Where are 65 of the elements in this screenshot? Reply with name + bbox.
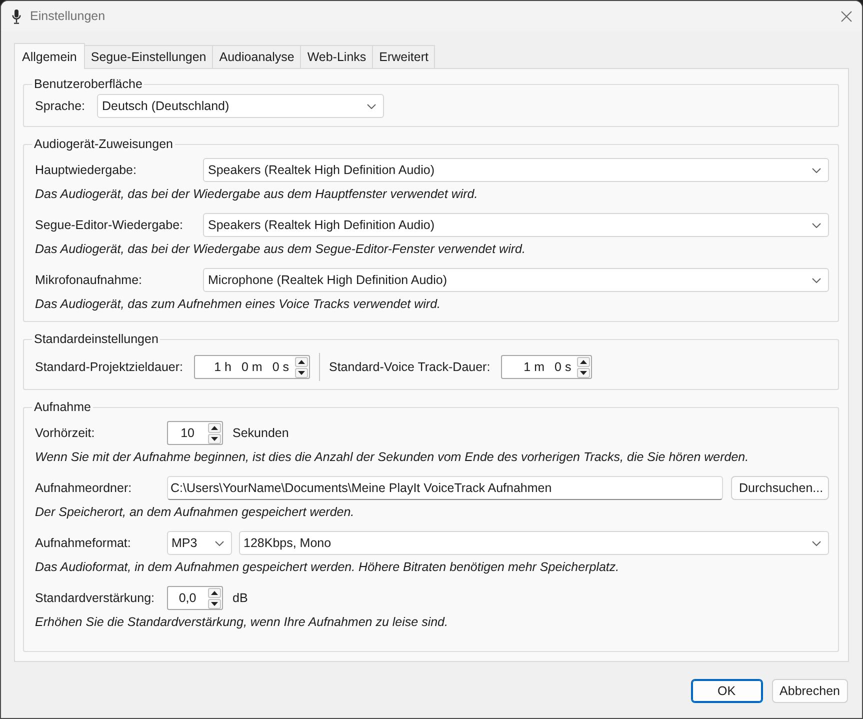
field-label: Aufnahmeformat: [35, 535, 132, 551]
up-triangle-icon [210, 590, 218, 594]
help-text: Das Audiogerät, das zum Aufnehmen eines Voice Tracks verwendet wird. [35, 296, 442, 313]
tab[interactable]: Erweitert [372, 45, 436, 68]
up-triangle-icon [580, 360, 588, 364]
dropdown[interactable]: Speakers (Realtek High Definition Audio) [203, 158, 829, 182]
chevron-down-icon [214, 540, 224, 546]
spin-down-button[interactable] [208, 598, 221, 608]
spin-up-button[interactable] [295, 356, 308, 366]
down-triangle-icon [298, 370, 305, 374]
duration-spin-box[interactable]: 1 h 0 m 0 s [194, 355, 310, 379]
dropdown[interactable]: 128Kbps, Mono [238, 531, 829, 555]
spin-up-button[interactable] [208, 588, 221, 598]
down-triangle-icon [580, 370, 588, 374]
group-title: Aufnahme [33, 399, 92, 415]
help-text: Das Audioformat, in dem Aufnahmen gespeichert werden. Höhere Bitraten benötigen mehr Speicherplatz. [35, 559, 620, 576]
window-title: Einstellungen [30, 8, 106, 24]
field-label: Standard-Voice Track-Dauer: [329, 359, 490, 375]
folder-path-field[interactable]: C:\Users\YourName\Documents\Meine PlayIt VoiceTrack Aufnahmen [166, 476, 723, 500]
spin-down-button[interactable] [208, 434, 221, 444]
dialog-button[interactable]: OK [690, 679, 763, 703]
spin-up-button[interactable] [208, 422, 221, 432]
chevron-down-icon [812, 540, 821, 546]
field-label: Standard-Projektzieldauer: [35, 359, 183, 375]
spin-down-button[interactable] [295, 368, 308, 378]
field-label: Hauptwiedergabe: [35, 162, 138, 178]
group-title: Standardeinstellungen [33, 331, 160, 347]
help-text: Der Speicherort, an dem Aufnahmen gespeichert werden. [35, 504, 356, 521]
up-triangle-icon [210, 426, 218, 430]
field-label: Segue-Editor-Wiedergabe: [35, 217, 183, 233]
down-triangle-icon [210, 602, 218, 606]
spin-up-button[interactable] [577, 356, 590, 366]
group-title: Benutzeroberfläche [33, 76, 144, 92]
help-text: Das Audiogerät, das bei der Wiedergabe aus dem Hauptfenster verwendet wird. [35, 186, 479, 203]
chevron-down-icon [812, 222, 821, 228]
dropdown[interactable]: Speakers (Realtek High Definition Audio) [203, 213, 829, 237]
dropdown[interactable]: Deutsch (Deutschland) [97, 94, 384, 118]
dropdown[interactable]: Microphone (Realtek High Definition Audio) [203, 268, 829, 292]
duration-spin-box[interactable]: 1 m 0 s [501, 355, 592, 379]
help-text: Wenn Sie mit der Aufnahme beginnen, ist dies die Anzahl der Sekunden vom Ende des vorherigen Tracks, die Sie hören werden. [35, 449, 750, 466]
close-icon [841, 10, 852, 22]
browse-button[interactable]: Durchsuchen... [731, 476, 829, 500]
unit-label: Sekunden [232, 425, 289, 441]
dialog-button[interactable]: Abbrechen [772, 679, 848, 703]
tab[interactable]: Allgemein [14, 43, 85, 69]
field-label: Vorhörzeit: [35, 425, 96, 441]
group-title: Audiogerät-Zuweisungen [33, 136, 174, 152]
spin-box[interactable]: 10 [166, 421, 223, 445]
spin-box[interactable]: 0,0 [166, 586, 223, 610]
spin-down-button[interactable] [577, 368, 590, 378]
up-triangle-icon [298, 360, 305, 364]
field-label: Sprache: [35, 98, 86, 114]
help-text: Das Audiogerät, das bei der Wiedergabe aus dem Segue-Editor-Fenster verwendet wird. [35, 241, 526, 258]
help-text: Erhöhen Sie die Standardverstärkung, wenn Ihre Aufnahmen zu leise sind. [35, 614, 449, 631]
down-triangle-icon [210, 436, 218, 440]
chevron-down-icon [812, 278, 821, 282]
close-button[interactable] [841, 10, 852, 22]
chevron-down-icon [367, 104, 376, 108]
dropdown[interactable]: MP3 [166, 531, 232, 555]
field-label: Standardverstärkung: [35, 590, 155, 606]
field-label: Aufnahmeordner: [35, 480, 133, 496]
field-label: Mikrofonaufnahme: [35, 272, 144, 288]
unit-label: dB [232, 590, 248, 606]
microphone-icon [12, 8, 21, 24]
chevron-down-icon [812, 168, 821, 172]
